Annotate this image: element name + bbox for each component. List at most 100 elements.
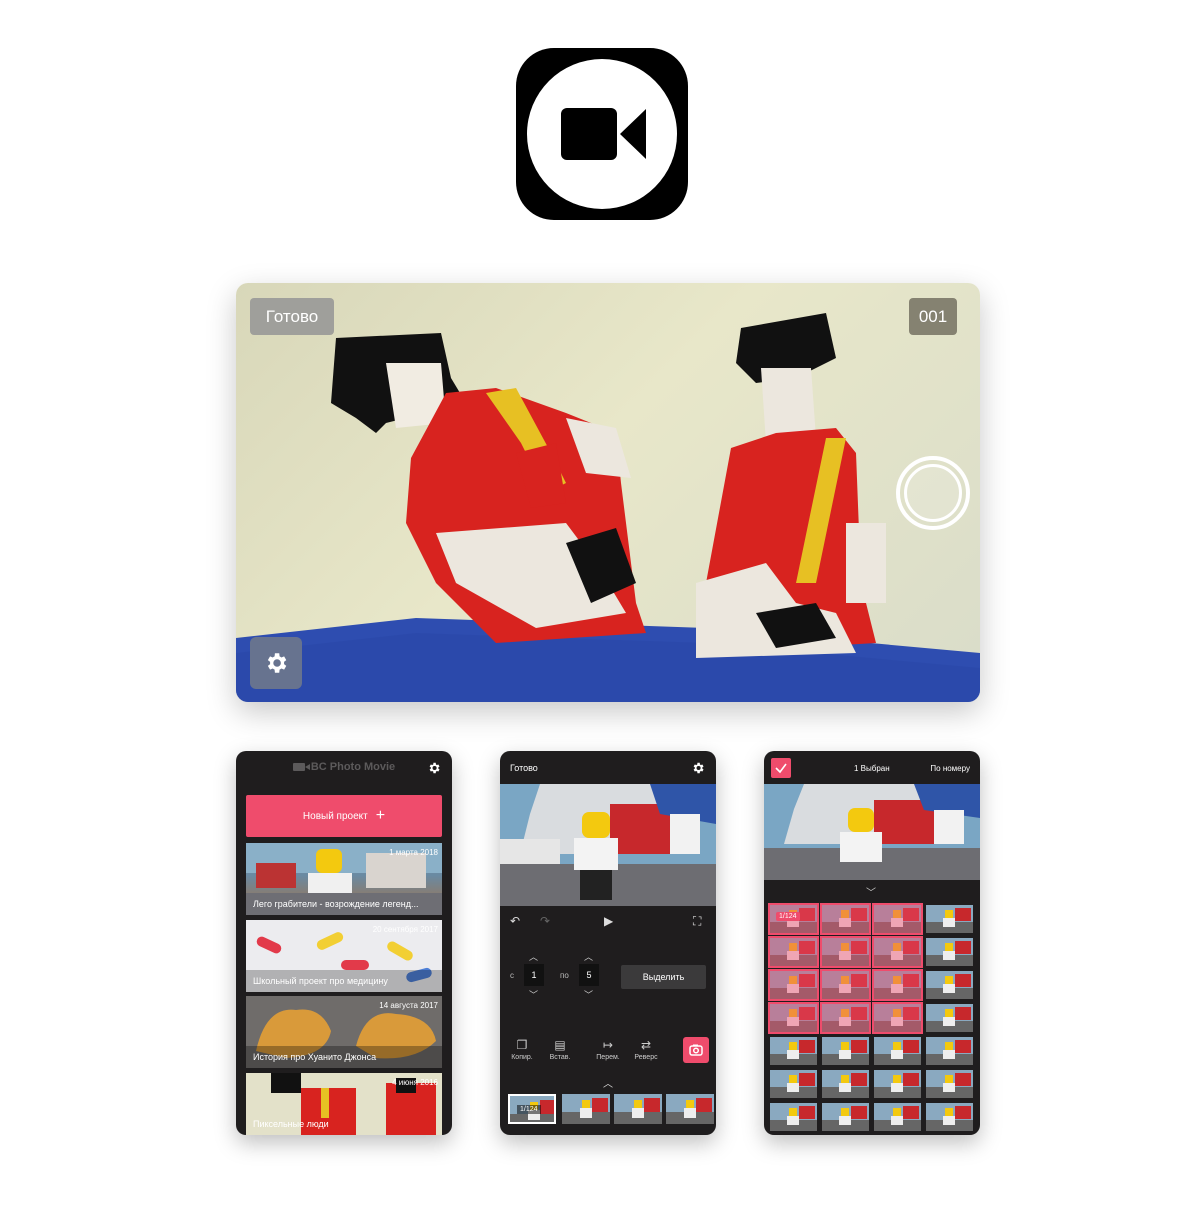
- gear-icon[interactable]: [691, 761, 705, 775]
- project-name: Школьный проект про медицину: [253, 976, 388, 986]
- frame-cell[interactable]: [872, 936, 923, 968]
- paste-button[interactable]: ▤ Встав.: [542, 1038, 578, 1061]
- frame-image: [666, 1094, 714, 1124]
- camera-viewfinder: Готово 001: [236, 283, 980, 702]
- frame-cell[interactable]: [874, 1103, 921, 1131]
- project-date: 4 июня 2016: [392, 1078, 438, 1087]
- frame-cell[interactable]: [820, 1002, 871, 1034]
- project-card[interactable]: 20 сентября 2017 Школьный проект про мед…: [246, 920, 442, 992]
- frame-cell[interactable]: [926, 1037, 973, 1065]
- camera-icon: [689, 1044, 703, 1056]
- frame-cell[interactable]: [768, 969, 819, 1001]
- undo-icon[interactable]: ↶: [510, 914, 520, 928]
- frame-cell[interactable]: [822, 1103, 869, 1131]
- project-card[interactable]: 4 июня 2016 Пиксельные люди: [246, 1073, 442, 1135]
- frame-cell[interactable]: [768, 1002, 819, 1034]
- frame-cell[interactable]: [872, 1002, 923, 1034]
- to-increment-icon[interactable]: ︿: [584, 950, 593, 963]
- from-increment-icon[interactable]: ︿: [529, 950, 538, 963]
- frame-select-screen: 1 Выбран По номеру ﹀ 1/124: [764, 751, 980, 1135]
- video-camera-icon: [561, 108, 646, 160]
- frame-cell[interactable]: [820, 903, 871, 935]
- frame-preview: [500, 784, 716, 906]
- frame-cell[interactable]: [820, 969, 871, 1001]
- to-label: по: [560, 971, 569, 980]
- project-card[interactable]: 14 августа 2017 История про Хуанито Джон…: [246, 996, 442, 1068]
- shutter-button[interactable]: [896, 456, 970, 530]
- done-button[interactable]: Готово: [510, 763, 538, 773]
- to-field[interactable]: 5: [579, 964, 599, 986]
- frame-image: [562, 1094, 610, 1124]
- frame-cell[interactable]: [768, 936, 819, 968]
- lego-scene-photo: [236, 313, 980, 702]
- frame-cell[interactable]: [872, 903, 923, 935]
- frame-cell[interactable]: [872, 969, 923, 1001]
- frame-strip: 1/124: [505, 1094, 716, 1126]
- from-label: с: [510, 971, 514, 980]
- lego-minifig-photo: [500, 784, 716, 906]
- frame-cell[interactable]: [874, 1070, 921, 1098]
- shutter-inner: [904, 464, 962, 522]
- frame-thumbnail[interactable]: [614, 1094, 662, 1124]
- frame-cell[interactable]: [770, 1070, 817, 1098]
- frame-thumbnail[interactable]: [562, 1094, 610, 1124]
- play-icon[interactable]: ▶: [604, 914, 613, 928]
- frame-counter-label: 1/124: [776, 912, 800, 921]
- fullscreen-icon[interactable]: ⛶: [693, 914, 701, 929]
- sort-dropdown[interactable]: По номеру: [930, 764, 970, 773]
- frame-grid: 1/124: [768, 903, 980, 1135]
- gear-icon[interactable]: [427, 761, 441, 775]
- settings-button[interactable]: [250, 637, 302, 689]
- reverse-label: Реверс: [634, 1054, 658, 1061]
- frame-counter-label: 1/124: [517, 1105, 541, 1114]
- done-button[interactable]: Готово: [250, 298, 334, 335]
- to-decrement-icon[interactable]: ﹀: [584, 988, 593, 1001]
- project-date: 1 марта 2018: [389, 848, 438, 857]
- from-decrement-icon[interactable]: ﹀: [529, 988, 538, 1001]
- frame-cell[interactable]: [926, 1070, 973, 1098]
- chevron-up-icon[interactable]: ︿: [603, 1075, 613, 1090]
- app-title: BC Photo Movie: [236, 761, 452, 773]
- frame-thumbnail[interactable]: 1/124: [508, 1094, 556, 1124]
- move-button[interactable]: ↦ Перем.: [590, 1038, 626, 1061]
- frame-cell[interactable]: 1/124: [768, 903, 819, 935]
- move-icon: ↦: [602, 1038, 614, 1052]
- paste-label: Встав.: [549, 1054, 571, 1061]
- new-project-button[interactable]: Новый проект +: [246, 795, 442, 837]
- frame-cell[interactable]: [926, 1004, 973, 1032]
- frame-cell[interactable]: [770, 1103, 817, 1131]
- app-icon: [516, 48, 688, 220]
- frame-thumbnail[interactable]: [666, 1094, 714, 1124]
- frame-cell[interactable]: [926, 1103, 973, 1131]
- video-camera-icon: [292, 763, 310, 772]
- redo-icon[interactable]: ↷: [540, 914, 550, 928]
- select-all-button[interactable]: [771, 758, 791, 778]
- move-label: Перем.: [596, 1054, 620, 1061]
- frame-cell[interactable]: [926, 938, 973, 966]
- frame-image: [614, 1094, 662, 1124]
- reverse-button[interactable]: ⇄ Реверс: [628, 1038, 664, 1061]
- frame-cell[interactable]: [874, 1037, 921, 1065]
- project-date: 14 августа 2017: [379, 1001, 438, 1010]
- project-card[interactable]: 1 марта 2018 Лего грабители - возрождени…: [246, 843, 442, 915]
- project-date: 20 сентября 2017: [372, 925, 438, 934]
- paste-icon: ▤: [554, 1038, 566, 1052]
- project-name: История про Хуанито Джонса: [253, 1052, 377, 1062]
- gear-icon: [267, 653, 287, 673]
- frame-cell[interactable]: [822, 1037, 869, 1065]
- capture-button[interactable]: [683, 1037, 709, 1063]
- new-project-label: Новый проект: [302, 811, 368, 822]
- frame-cell[interactable]: [770, 1037, 817, 1065]
- from-field[interactable]: 1: [524, 964, 544, 986]
- copy-button[interactable]: ❐ Копир.: [504, 1038, 540, 1061]
- select-button[interactable]: Выделить: [621, 965, 706, 989]
- selected-count: 1 Выбран: [854, 764, 890, 773]
- frame-cell[interactable]: [926, 971, 973, 999]
- frame-counter: 001: [909, 298, 957, 335]
- frame-cell[interactable]: [820, 936, 871, 968]
- reverse-icon: ⇄: [640, 1038, 652, 1052]
- frame-cell[interactable]: [822, 1070, 869, 1098]
- lego-minifig-photo: [764, 784, 980, 880]
- chevron-down-icon[interactable]: ﹀: [866, 884, 876, 899]
- frame-cell[interactable]: [926, 905, 973, 933]
